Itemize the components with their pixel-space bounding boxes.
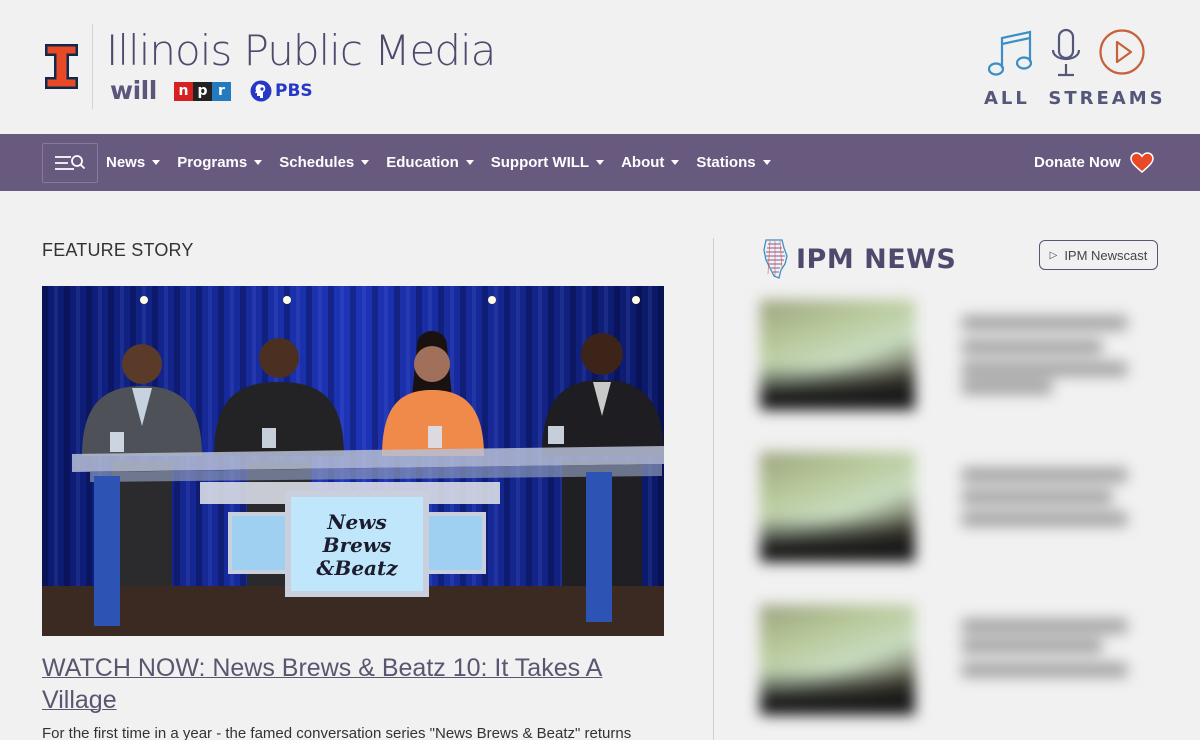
ipm-illinois-map-icon (763, 239, 788, 279)
nav-item-support-will[interactable]: Support WILL (490, 154, 605, 171)
nav-item-education[interactable]: Education (386, 154, 474, 171)
news-headline-placeholder (962, 512, 1127, 526)
menu-search-toggle[interactable] (42, 143, 98, 183)
pbs-head-icon (250, 80, 272, 102)
studio-panel-photo: News Brews &Beatz (42, 286, 664, 636)
caret-down-icon (762, 160, 771, 165)
newscast-label: IPM Newscast (1064, 247, 1148, 263)
will-logo[interactable]: will (110, 76, 157, 105)
donate-label: Donate Now (1034, 154, 1121, 171)
feature-story-description: For the first time in a year - the famed… (42, 725, 632, 740)
site-header: Illinois Public Media will n p r PBS ALL… (0, 0, 1200, 134)
caret-down-icon (596, 160, 605, 165)
pbs-logo[interactable]: PBS (250, 80, 313, 102)
desk-sign-line-2: Brews (322, 533, 392, 557)
news-list-item[interactable] (760, 452, 1160, 562)
news-headline-placeholder (962, 316, 1127, 330)
nav-menu: News Programs Schedules Education Suppor… (106, 134, 788, 191)
nav-item-schedules[interactable]: Schedules (279, 154, 370, 171)
npr-letter-p: p (193, 82, 212, 101)
npr-logo[interactable]: n p r (174, 82, 231, 101)
logo-divider (92, 24, 93, 109)
feature-story-title-link[interactable]: WATCH NOW: News Brews & Beatz 10: It Tak… (42, 652, 642, 716)
menu-search-icon (55, 155, 86, 170)
caret-down-icon (254, 160, 263, 165)
desk-sign-line-3: &Beatz (316, 556, 398, 580)
music-note-icon (987, 30, 1033, 76)
news-thumbnail (760, 605, 915, 715)
nav-label: News (106, 154, 146, 171)
nav-label: Education (386, 154, 459, 171)
nav-label: Stations (696, 154, 756, 171)
feature-image[interactable]: News Brews &Beatz (42, 286, 664, 636)
news-thumbnail (760, 452, 915, 562)
news-headline-placeholder (962, 340, 1102, 354)
desk-sign-line-1: News (326, 510, 386, 534)
caret-down-icon (671, 160, 680, 165)
nav-label: Support WILL (490, 154, 590, 171)
heart-icon (1129, 152, 1154, 173)
illinois-block-i-logo[interactable] (45, 44, 78, 89)
all-streams-link[interactable]: ALL STREAMS (984, 28, 1163, 110)
pbs-label: PBS (275, 81, 313, 101)
news-list-item[interactable] (760, 300, 1160, 410)
site-title[interactable]: Illinois Public Media (106, 26, 496, 75)
feature-story-label: FEATURE STORY (42, 240, 194, 260)
main-nav: News Programs Schedules Education Suppor… (0, 134, 1200, 191)
nav-label: About (621, 154, 665, 171)
news-list-item[interactable] (760, 605, 1160, 715)
column-divider (713, 238, 714, 740)
nav-label: Programs (177, 154, 248, 171)
donate-now-button[interactable]: Donate Now (1034, 134, 1154, 191)
news-headline-placeholder (962, 380, 1052, 394)
all-streams-label: ALL STREAMS (984, 88, 1166, 109)
news-headline-placeholder (962, 362, 1127, 376)
microphone-icon (1051, 28, 1081, 77)
caret-down-icon (152, 160, 161, 165)
news-thumbnail (760, 300, 915, 410)
ipm-news-heading[interactable]: IPM NEWS (762, 238, 956, 280)
play-circle-icon (1099, 29, 1145, 75)
caret-down-icon (361, 160, 370, 165)
nav-label: Schedules (279, 154, 355, 171)
npr-letter-r: r (212, 82, 231, 101)
ipm-news-label: IPM NEWS (796, 243, 957, 275)
caret-down-icon (465, 160, 474, 165)
news-headline-placeholder (962, 619, 1127, 633)
play-icon: ▷ (1049, 249, 1058, 261)
news-headline-placeholder (962, 639, 1102, 653)
nav-item-programs[interactable]: Programs (177, 154, 263, 171)
npr-letter-n: n (174, 82, 193, 101)
news-headline-placeholder (962, 490, 1112, 504)
news-headline-placeholder (962, 663, 1127, 677)
ipm-newscast-button[interactable]: ▷ IPM Newscast (1039, 240, 1158, 270)
news-headline-placeholder (962, 468, 1127, 482)
nav-item-stations[interactable]: Stations (696, 154, 771, 171)
nav-item-about[interactable]: About (621, 154, 680, 171)
nav-item-news[interactable]: News (106, 154, 161, 171)
